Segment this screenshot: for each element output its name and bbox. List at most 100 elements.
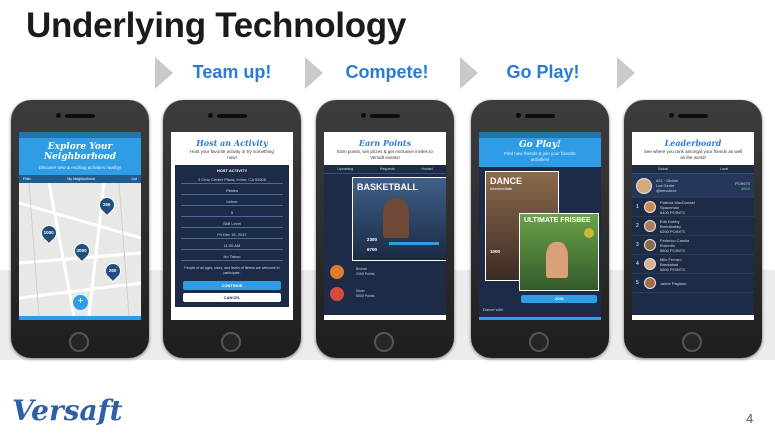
leaderboard-tabs: Global Local bbox=[632, 165, 754, 174]
step-label-team-up: Team up! bbox=[192, 62, 272, 82]
time-field[interactable]: 11:00 AM bbox=[181, 242, 283, 250]
player-points: 5800 POINTS bbox=[660, 247, 685, 253]
location-type-field[interactable]: Indoor bbox=[181, 198, 283, 206]
my-handle: @lemailxxx bbox=[656, 188, 677, 193]
rank-number: 5 bbox=[636, 280, 639, 286]
player-name: Patricia MacDonald bbox=[660, 199, 695, 205]
speaker-grille bbox=[678, 114, 708, 118]
home-button[interactable] bbox=[374, 332, 394, 352]
leaderboard-row[interactable]: 3 Federico Camila Robertis 5800 POINTS bbox=[632, 236, 754, 255]
leaderboard-subtitle: See where you rank amongst your friends … bbox=[643, 149, 743, 160]
points-value: 1000 bbox=[490, 249, 501, 254]
home-button[interactable] bbox=[69, 332, 89, 352]
players-field[interactable]: 5 bbox=[181, 209, 283, 217]
play-heading: Go Play! bbox=[518, 140, 562, 150]
leaderboard-row[interactable]: 1 Patricia MacDonald Spaceman 6400 POINTS bbox=[632, 198, 754, 217]
player-points: 6400 POINTS bbox=[660, 209, 685, 215]
play-footer: Dance with bbox=[483, 307, 503, 312]
page-number: 4 bbox=[746, 411, 754, 426]
player-points: 5600 POINTS bbox=[660, 266, 685, 272]
chevron-right-icon bbox=[305, 57, 323, 89]
earn-tabs: Upcoming Requests Hosted bbox=[324, 165, 446, 174]
cancel-button[interactable]: CANCEL bbox=[183, 293, 281, 302]
explore-heading: Explore Your Neighborhood bbox=[43, 142, 117, 162]
points-label: POINTS bbox=[735, 180, 750, 186]
tab-upcoming[interactable]: Upcoming bbox=[337, 167, 353, 171]
tab-local[interactable]: Local bbox=[720, 167, 728, 171]
note-field[interactable]: No Taboo bbox=[181, 253, 283, 261]
home-button[interactable] bbox=[221, 332, 241, 352]
tier-row: Bronze 2000 Points bbox=[330, 265, 375, 279]
player-image bbox=[383, 198, 409, 238]
map-view[interactable]: 250 1000 2000 250 + bbox=[19, 183, 141, 316]
chevron-right-icon bbox=[155, 57, 173, 89]
medal-icon bbox=[584, 228, 594, 238]
frisbee-card[interactable]: ULTIMATE FRISBEE bbox=[519, 213, 599, 291]
leaderboard-list: Global Local #21 · Global Los Gente @lem… bbox=[632, 165, 754, 315]
tab-requests[interactable]: Requests bbox=[380, 167, 395, 171]
tier-points: 2000 Points bbox=[356, 272, 375, 276]
player-name: Federico Camila bbox=[660, 237, 690, 243]
tier-points: 6000 Points bbox=[356, 294, 375, 298]
play-screen: Go Play! Find new friends & join your fa… bbox=[479, 132, 601, 320]
speaker-grille bbox=[525, 114, 555, 118]
host-form: HOST ACTIVITY 4 Civic Center Plaza, Irvi… bbox=[175, 165, 289, 307]
earn-screen: Earn Points Earn points, win prizes & ge… bbox=[324, 132, 446, 320]
bronze-medal-icon bbox=[330, 265, 344, 279]
address-field[interactable]: 4 Civic Center Plaza, Irvine, CA 92606 bbox=[181, 176, 283, 184]
join-button[interactable]: JOIN bbox=[521, 295, 597, 303]
speaker-grille bbox=[65, 114, 95, 118]
player-image bbox=[546, 242, 568, 278]
filter-button[interactable]: Filter bbox=[23, 177, 31, 181]
phone-leaderboard: Leaderboard See where you rank amongst y… bbox=[624, 100, 762, 358]
status-bar bbox=[479, 132, 601, 138]
earn-heading: Earn Points bbox=[358, 138, 412, 148]
rank-number: 1 bbox=[636, 204, 639, 210]
avatar bbox=[644, 277, 656, 289]
host-subtitle: Host your favorite activity or try somet… bbox=[190, 149, 274, 160]
leaderboard-row[interactable]: 2 Erik Dobby Bretoklabby 6200 POINTS bbox=[632, 217, 754, 236]
avatar bbox=[644, 258, 656, 270]
phone-host: Host an Activity Host your favorite acti… bbox=[163, 100, 301, 358]
leaderboard-row[interactable]: 5 Jaime Pagliaro bbox=[632, 274, 754, 293]
form-title: HOST ACTIVITY bbox=[216, 168, 248, 173]
home-button[interactable] bbox=[682, 332, 702, 352]
tab-global[interactable]: Global bbox=[658, 167, 668, 171]
play-cards: DANCE Intermediate 1000 ULTIMATE FRISBEE… bbox=[479, 167, 601, 317]
tab-hosted[interactable]: Hosted bbox=[422, 167, 433, 171]
activity-field[interactable]: Pilates bbox=[181, 187, 283, 195]
add-button[interactable]: + bbox=[73, 295, 88, 310]
points-value: 2300 bbox=[367, 237, 378, 242]
explore-nav-bar: Filter My Neighborhood List bbox=[19, 175, 141, 183]
step-label-compete: Compete! bbox=[345, 62, 429, 82]
explore-screen: Explore Your Neighborhood Discover new &… bbox=[19, 132, 141, 320]
silver-medal-icon bbox=[330, 287, 344, 301]
host-heading: Host an Activity bbox=[196, 138, 268, 148]
host-screen: Host an Activity Host your favorite acti… bbox=[171, 132, 293, 320]
rank-number: 2 bbox=[636, 223, 639, 229]
leaderboard-screen: Leaderboard See where you rank amongst y… bbox=[632, 132, 754, 320]
basketball-card[interactable]: BASKETBALL 2300 6700 bbox=[352, 177, 446, 261]
leaderboard-heading: Leaderboard bbox=[664, 138, 722, 148]
status-bar bbox=[19, 132, 141, 138]
leaderboard-row[interactable]: 4 Milo Ferraro Bandabad 5600 POINTS bbox=[632, 255, 754, 274]
camera-icon bbox=[669, 113, 674, 118]
tier-row: Silver 6000 Points bbox=[330, 287, 375, 301]
slide: Underlying Technology Team up! Compete! … bbox=[0, 0, 775, 435]
player-name: Jaime Pagliaro bbox=[660, 280, 687, 286]
chevron-right-icon bbox=[460, 57, 478, 89]
card-title: DANCE bbox=[490, 176, 523, 186]
versaft-logo: Versaft bbox=[12, 394, 123, 427]
list-button[interactable]: List bbox=[132, 177, 137, 181]
home-button[interactable] bbox=[529, 332, 549, 352]
date-field[interactable]: Fri Dec 15, 2017 bbox=[181, 231, 283, 239]
nav-title: My Neighborhood bbox=[67, 177, 95, 181]
camera-icon bbox=[208, 113, 213, 118]
card-level: Intermediate bbox=[490, 186, 513, 191]
skill-field[interactable]: Skill Level bbox=[181, 220, 283, 228]
continue-button[interactable]: CONTINUE bbox=[183, 281, 281, 290]
chevron-right-icon bbox=[617, 57, 635, 89]
player-name: Milo Ferraro bbox=[660, 256, 682, 262]
my-points: 4600 bbox=[741, 185, 750, 191]
camera-icon bbox=[516, 113, 521, 118]
